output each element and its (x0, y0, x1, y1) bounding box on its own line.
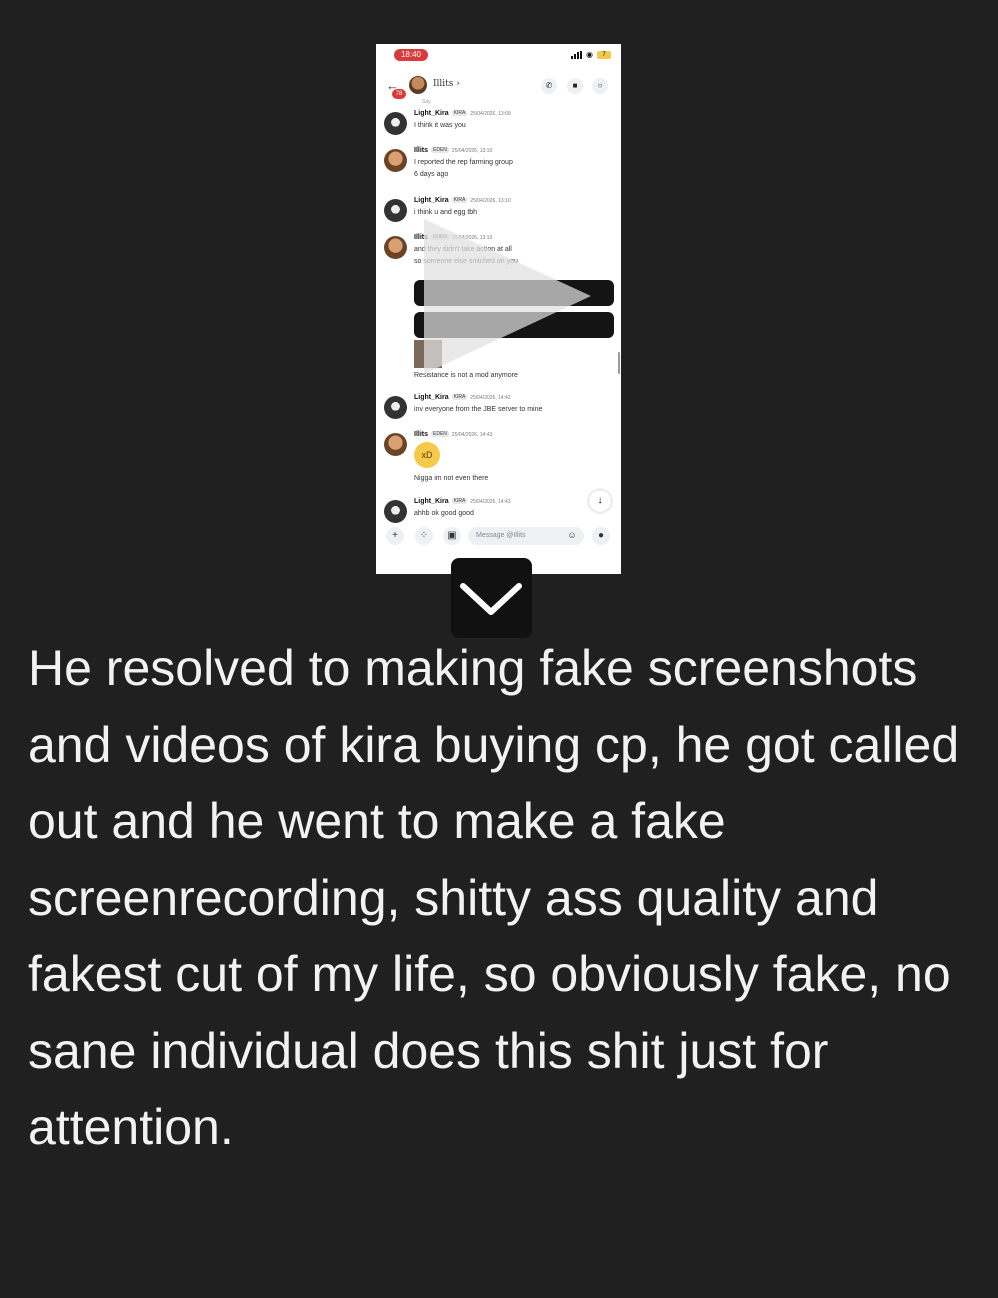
message-text: i think u and egg tbh (414, 209, 478, 216)
avatar[interactable] (384, 199, 407, 222)
avatar[interactable] (384, 149, 407, 172)
avatar[interactable] (384, 112, 407, 135)
message-text: so someone else snitched on you (414, 258, 518, 265)
mic-icon[interactable]: ● (592, 527, 610, 545)
message-text: Nigga im not even there (414, 475, 489, 482)
message-text: and they didn't take action at all (414, 246, 512, 253)
avatar[interactable] (384, 396, 407, 419)
status-bar: 18:40 ◉ 7 (376, 44, 621, 66)
message-text: inv everyone from the JBE server to mine (414, 406, 543, 413)
plus-icon[interactable]: + (386, 527, 404, 545)
message-text: I reported the rep farming group (414, 159, 513, 166)
avatar[interactable] (384, 433, 407, 456)
avatar[interactable] (384, 500, 407, 523)
status-time: 18:40 (394, 49, 428, 61)
signal-icon (571, 50, 583, 59)
message-text: I think it was you (414, 122, 466, 129)
arrow-down-icon[interactable]: ↓ (589, 490, 611, 512)
laughing-emoji-icon: xD (414, 442, 440, 468)
message-text: ahhb ok good good (414, 510, 474, 517)
message-text: 6 days ago (414, 171, 449, 178)
chat-header: ← 78 Illits › ✆ ■ ○ (376, 70, 621, 100)
battery-icon: 7 (597, 50, 611, 59)
search-icon[interactable]: ○ (592, 78, 608, 94)
chat-title[interactable]: Illits › (433, 79, 460, 89)
avatar[interactable] (384, 236, 407, 259)
gift-icon[interactable]: ▣ (443, 527, 461, 545)
scrollbar[interactable] (618, 352, 620, 374)
emoji-icon[interactable]: ☺ (564, 527, 580, 543)
image-attachment[interactable] (414, 340, 442, 368)
partial-message: Say (422, 99, 431, 105)
eye-icon: ◉ (586, 50, 593, 59)
unread-badge: 78 (392, 89, 406, 99)
post-caption: He resolved to making fake screenshots a… (28, 640, 960, 1155)
chevron-down-icon (460, 583, 522, 615)
apps-icon[interactable]: ⁘ (415, 527, 433, 545)
message-composer: + ⁘ ▣ Message @Illits ☺ ● (376, 522, 621, 552)
video-player[interactable]: 18:40 ◉ 7 ← 78 Illits › ✆ ■ ○ Say Light_… (376, 44, 621, 574)
embed-card[interactable] (414, 280, 614, 306)
phone-icon[interactable]: ✆ (541, 78, 557, 94)
message-text: Resistance is not a mod anymore (414, 372, 518, 379)
embed-card[interactable] (414, 312, 614, 338)
play-icon[interactable] (376, 44, 621, 574)
avatar[interactable] (409, 76, 427, 94)
video-icon[interactable]: ■ (567, 78, 583, 94)
collapse-button[interactable] (451, 558, 532, 638)
